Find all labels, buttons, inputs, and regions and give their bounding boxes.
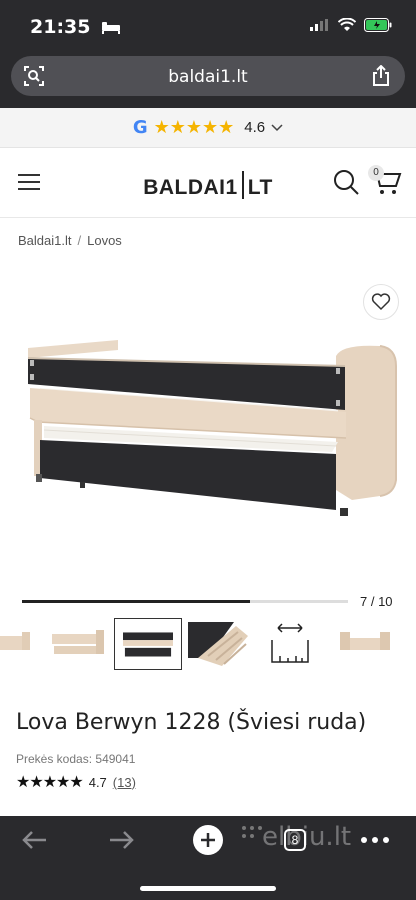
address-bar[interactable]: baldai1.lt xyxy=(11,56,405,96)
home-indicator xyxy=(140,886,276,891)
heart-icon xyxy=(371,293,391,311)
thumbnail-4[interactable] xyxy=(188,618,250,670)
bed-icon xyxy=(102,22,121,34)
share-icon[interactable] xyxy=(371,65,391,87)
breadcrumb-item-home[interactable]: Baldai1.lt xyxy=(18,233,71,248)
product-rating: ★★★★★ 4.7 (13) xyxy=(16,772,136,792)
forward-arrow-icon[interactable] xyxy=(108,828,136,852)
site-header: BALDAI1 LT xyxy=(0,148,416,218)
chevron-down-icon[interactable] xyxy=(271,123,283,132)
status-icons xyxy=(310,18,392,32)
thumbnail-1[interactable] xyxy=(0,618,36,670)
google-rating-strip[interactable]: G ★★★★★ 4.6 xyxy=(0,108,416,148)
thumbnail-strip xyxy=(0,618,416,672)
wifi-icon xyxy=(338,18,356,31)
logo-separator xyxy=(241,171,244,199)
thumbnail-2[interactable] xyxy=(48,618,108,670)
back-arrow-icon[interactable] xyxy=(20,828,48,852)
product-title: Lova Berwyn 1228 (Šviesi ruda) xyxy=(16,710,367,735)
thumbnail-3-selected[interactable] xyxy=(114,618,182,670)
rating-stars: ★★★★★ xyxy=(153,117,235,137)
gallery-counter: 7 / 10 xyxy=(360,594,393,609)
gallery-progress xyxy=(22,600,348,603)
browser-toolbar: baldai1.lt xyxy=(0,52,416,108)
sku-value: 549041 xyxy=(95,752,136,766)
thumbnail-6[interactable] xyxy=(330,618,400,670)
review-value: 4.7 xyxy=(88,774,107,790)
tabs-button[interactable]: 8 xyxy=(284,829,306,851)
status-bar: 21:35 xyxy=(0,0,416,52)
url-text[interactable]: baldai1.lt xyxy=(11,67,405,87)
google-logo: G xyxy=(132,117,148,138)
breadcrumb-separator: / xyxy=(77,233,82,248)
sku-label: Prekės kodas: xyxy=(16,752,93,766)
review-stars: ★★★★★ xyxy=(16,774,84,791)
logo-text-right: LT xyxy=(247,176,273,199)
new-tab-icon[interactable] xyxy=(192,824,224,856)
time-text: 21:35 xyxy=(30,16,91,38)
logo-text-left: BALDAI1 xyxy=(143,176,238,199)
cart-count-badge[interactable]: 0 xyxy=(368,165,384,181)
dimensions-icon[interactable] xyxy=(258,618,320,670)
favorite-button[interactable] xyxy=(363,284,399,320)
battery-icon xyxy=(364,18,392,32)
breadcrumb: Baldai1.lt / Lovos xyxy=(18,233,122,248)
watermark-text: elbiu.lt xyxy=(262,822,352,852)
more-menu-icon[interactable] xyxy=(360,836,390,844)
product-image[interactable] xyxy=(0,270,416,590)
breadcrumb-item-lovos[interactable]: Lovos xyxy=(87,233,122,248)
product-code: Prekės kodas: 549041 xyxy=(16,752,135,766)
gallery-progress-fill xyxy=(22,600,251,603)
rating-value: 4.6 xyxy=(244,119,266,136)
search-icon[interactable] xyxy=(332,168,360,196)
status-time: 21:35 xyxy=(30,16,121,38)
signal-icon xyxy=(310,19,328,31)
review-count-link[interactable]: (13) xyxy=(113,775,136,790)
